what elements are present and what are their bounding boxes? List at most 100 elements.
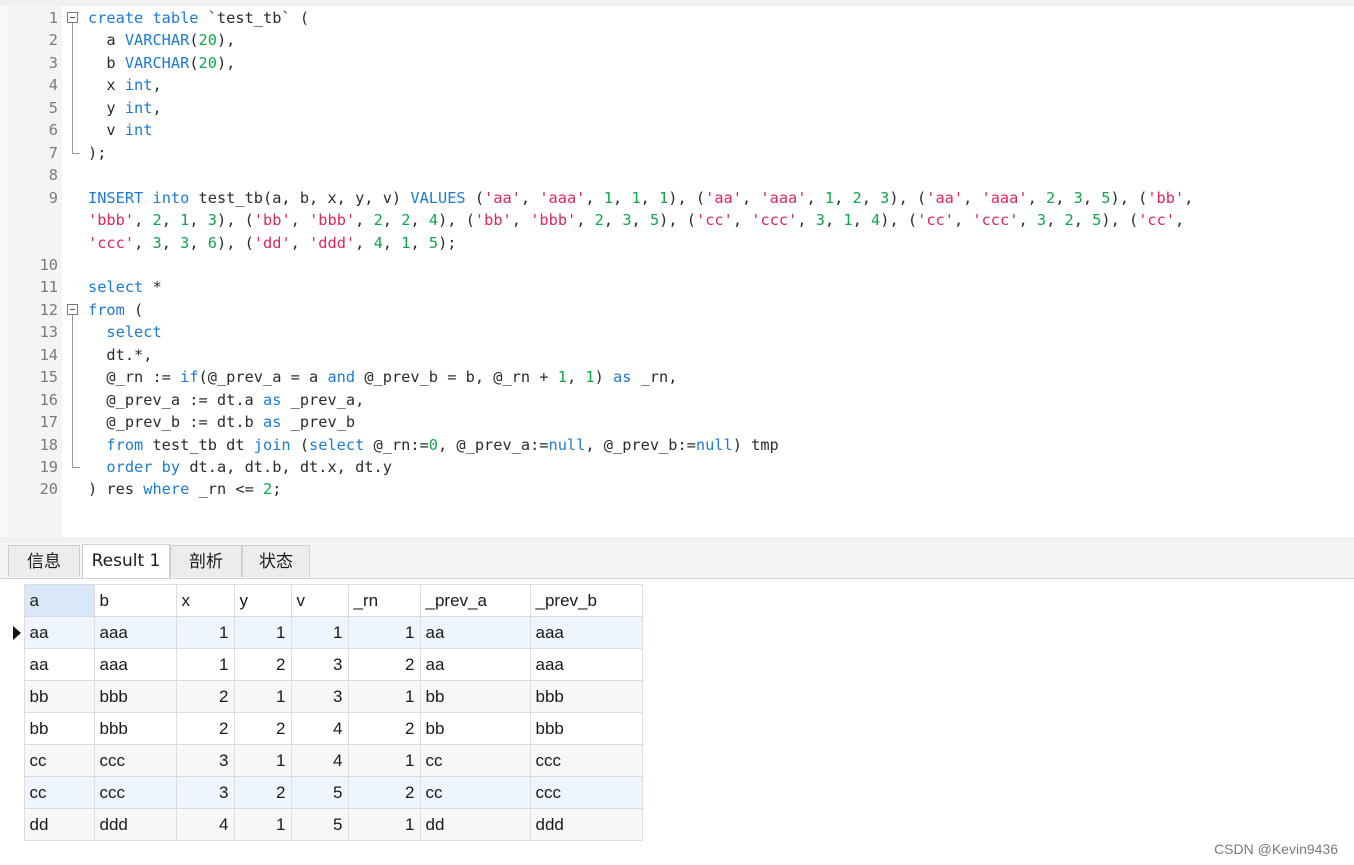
table-cell-b[interactable]: ccc [93, 776, 177, 809]
table-cell-prevb[interactable]: bbb [529, 712, 643, 745]
table-row[interactable]: cc ccc 3 1 4 1 cc ccc [8, 744, 643, 777]
table-cell-v[interactable]: 4 [290, 744, 349, 777]
table-row[interactable]: cc ccc 3 2 5 2 cc ccc [8, 776, 643, 809]
line-number: 19 [39, 458, 58, 476]
table-cell-x[interactable]: 2 [175, 680, 235, 713]
table-cell-a[interactable]: cc [23, 776, 95, 809]
table-cell-x[interactable]: 2 [175, 712, 235, 745]
column-header-y[interactable]: y [233, 584, 292, 617]
row-selector[interactable] [8, 680, 25, 713]
table-cell-y[interactable]: 1 [233, 744, 292, 777]
column-header-prev-a[interactable]: _prev_a [419, 584, 531, 617]
table-cell-x[interactable]: 1 [175, 616, 235, 649]
tab-profile[interactable]: 剖析 [170, 545, 242, 577]
column-header-prev-b[interactable]: _prev_b [529, 584, 643, 617]
table-cell-v[interactable]: 5 [290, 808, 349, 841]
code-text: ) res where _rn <= 2; [88, 478, 281, 500]
table-cell-a[interactable]: aa [23, 616, 95, 649]
table-cell-preva[interactable]: bb [419, 712, 531, 745]
code-text: from ( [88, 299, 143, 321]
table-cell-preva[interactable]: aa [419, 648, 531, 681]
table-cell-preva[interactable]: aa [419, 616, 531, 649]
table-cell-a[interactable]: cc [23, 744, 95, 777]
line-number: 20 [39, 480, 58, 499]
code-token: , [511, 211, 531, 230]
table-cell-y[interactable]: 2 [233, 648, 292, 681]
table-cell-prevb[interactable]: aaa [529, 616, 643, 649]
table-cell-v[interactable]: 3 [290, 648, 349, 681]
table-row[interactable]: bb bbb 2 2 4 2 bb bbb [8, 712, 643, 745]
table-row[interactable]: dd ddd 4 1 5 1 dd ddd [8, 808, 643, 841]
code-token: ( [189, 53, 199, 72]
table-cell-rn[interactable]: 2 [347, 776, 421, 809]
table-cell-y[interactable]: 2 [233, 712, 292, 745]
fold-toggle-icon[interactable] [67, 12, 78, 23]
row-selector[interactable] [8, 712, 25, 745]
table-cell-rn[interactable]: 1 [347, 616, 421, 649]
table-row[interactable]: aa aaa 1 2 3 2 aa aaa [8, 648, 643, 681]
table-cell-prevb[interactable]: ddd [529, 808, 643, 841]
column-header-rn[interactable]: _rn [347, 584, 421, 617]
table-cell-v[interactable]: 3 [290, 680, 349, 713]
tab-info[interactable]: 信息 [8, 545, 80, 577]
column-header-b[interactable]: b [93, 584, 177, 617]
table-cell-x[interactable]: 4 [175, 808, 235, 841]
table-cell-rn[interactable]: 1 [347, 808, 421, 841]
row-selector[interactable] [8, 808, 25, 841]
gutter-margin [0, 6, 8, 537]
table-cell-prevb[interactable]: ccc [529, 776, 643, 809]
table-cell-b[interactable]: bbb [93, 680, 177, 713]
result-grid[interactable]: a b x y v _rn _prev_a _prev_b aa aaa 1 1 1 1 a… [8, 584, 643, 841]
table-cell-prevb[interactable]: ccc [529, 744, 643, 777]
number-token: 3 [180, 233, 190, 252]
table-cell-v[interactable]: 4 [290, 712, 349, 745]
fold-toggle-icon[interactable] [67, 303, 78, 315]
tab-result-1[interactable]: Result 1 [82, 544, 170, 578]
table-cell-x[interactable]: 3 [175, 776, 235, 809]
table-row[interactable]: bb bbb 2 1 3 1 bb bbb [8, 680, 643, 713]
table-cell-prevb[interactable]: aaa [529, 648, 643, 681]
table-cell-a[interactable]: bb [23, 680, 95, 713]
table-cell-preva[interactable]: bb [419, 680, 531, 713]
table-cell-prevb[interactable]: bbb [529, 680, 643, 713]
table-cell-x[interactable]: 3 [175, 744, 235, 777]
column-header-a[interactable]: a [23, 584, 95, 617]
table-cell-a[interactable]: dd [23, 808, 95, 841]
table-cell-b[interactable]: ddd [93, 808, 177, 841]
tab-status[interactable]: 状态 [242, 545, 310, 577]
table-cell-v[interactable]: 1 [290, 616, 349, 649]
row-selector[interactable] [8, 776, 25, 809]
row-selector[interactable] [8, 744, 25, 777]
table-cell-preva[interactable]: dd [419, 808, 531, 841]
column-header-v[interactable]: v [290, 584, 349, 617]
table-cell-rn[interactable]: 2 [347, 648, 421, 681]
number-token: 5 [649, 211, 660, 230]
table-row[interactable]: aa aaa 1 1 1 1 aa aaa [8, 616, 643, 649]
table-cell-preva[interactable]: cc [419, 744, 531, 777]
table-cell-b[interactable]: aaa [93, 616, 177, 649]
table-cell-y[interactable]: 1 [233, 680, 292, 713]
table-cell-a[interactable]: bb [23, 712, 95, 745]
keyword-token: int [124, 98, 153, 117]
column-header-x[interactable]: x [175, 584, 235, 617]
table-cell-rn[interactable]: 1 [347, 744, 421, 777]
table-cell-preva[interactable]: cc [419, 776, 531, 809]
table-cell-b[interactable]: ccc [93, 744, 177, 777]
table-cell-b[interactable]: bbb [93, 712, 177, 745]
sql-editor[interactable]: 1 create table `test_tb` (2 a VARCHAR(20)… [0, 0, 1354, 537]
table-cell-y[interactable]: 1 [233, 616, 292, 649]
number-token: 1 [603, 188, 614, 207]
table-cell-y[interactable]: 1 [233, 808, 292, 841]
table-cell-x[interactable]: 1 [175, 648, 235, 681]
table-cell-b[interactable]: aaa [93, 648, 177, 681]
table-cell-rn[interactable]: 2 [347, 712, 421, 745]
code-token: _rn <= [189, 480, 264, 499]
table-cell-rn[interactable]: 1 [347, 680, 421, 713]
row-selector[interactable] [8, 616, 25, 649]
number-token: 3 [880, 188, 890, 207]
table-cell-v[interactable]: 5 [290, 776, 349, 809]
row-selector[interactable] [8, 648, 25, 681]
table-cell-y[interactable]: 2 [233, 776, 292, 809]
keyword-token: int [124, 76, 153, 95]
table-cell-a[interactable]: aa [23, 648, 95, 681]
